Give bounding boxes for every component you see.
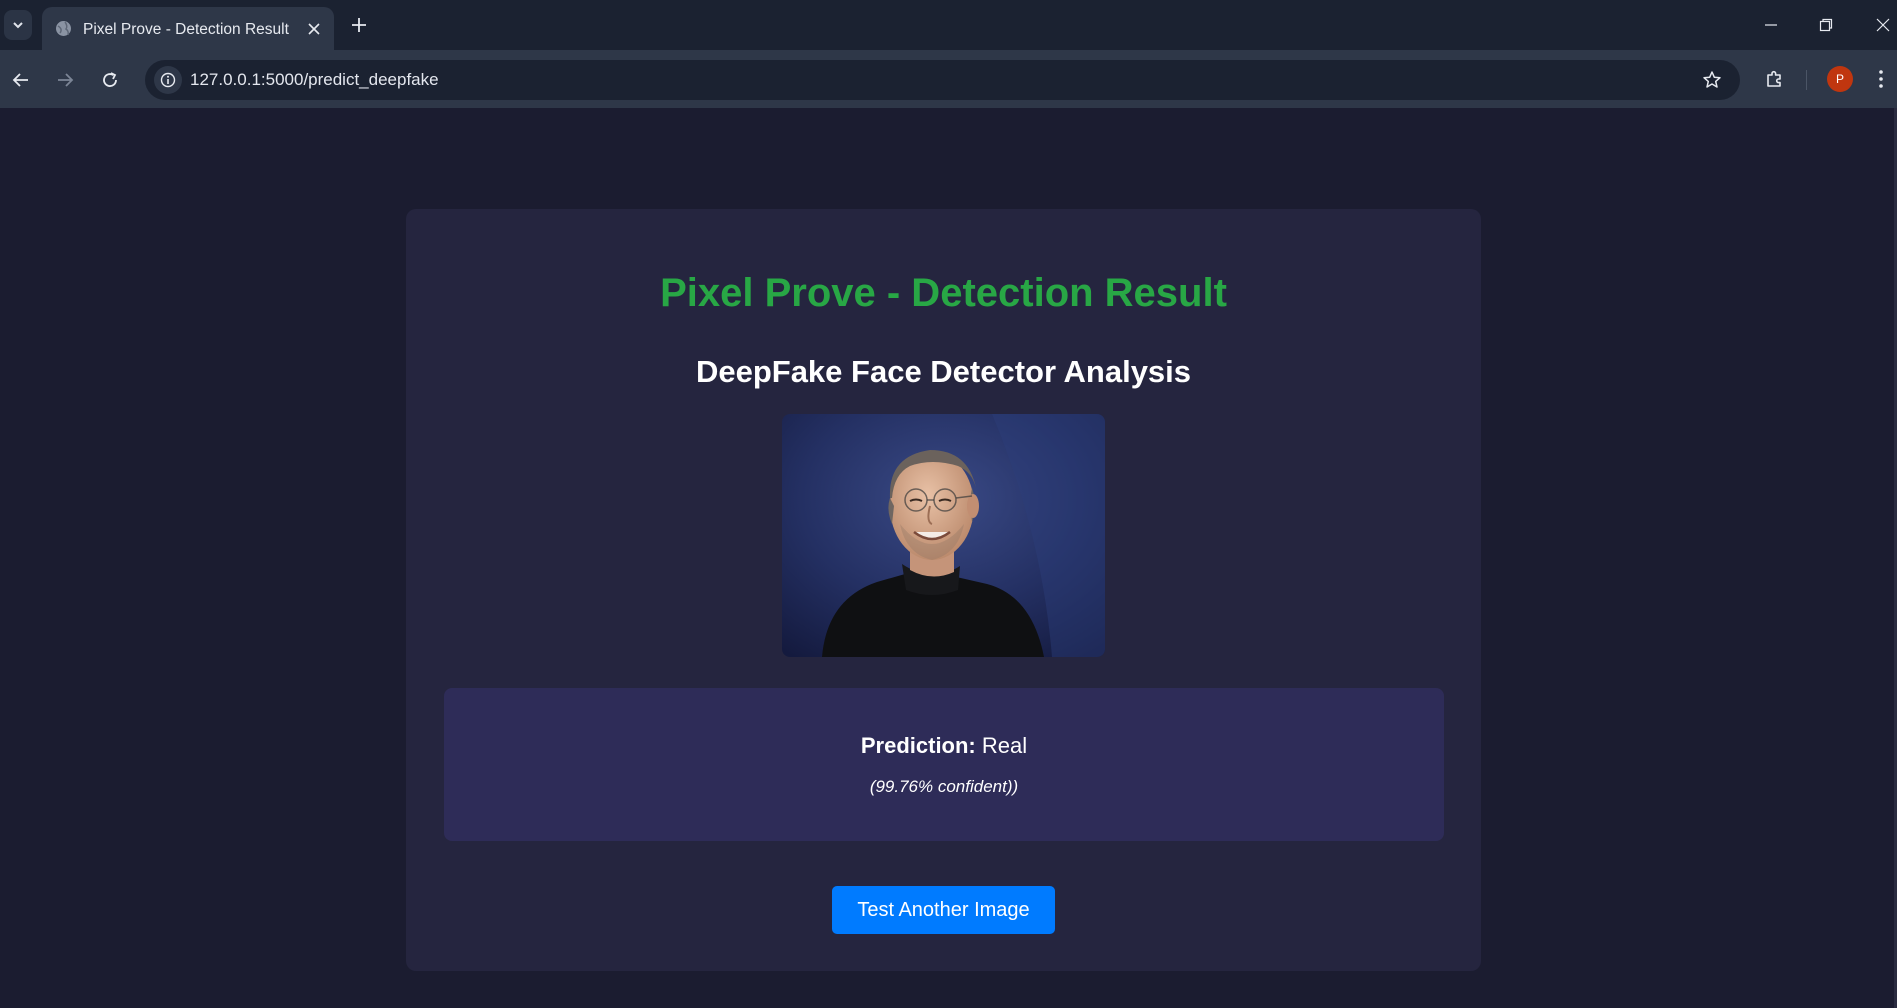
prediction-value: Real xyxy=(981,733,1028,758)
prediction-label: Prediction: xyxy=(860,733,976,758)
toolbar-divider xyxy=(1806,70,1807,90)
url-text[interactable]: 127.0.0.1:5000/predict_deepfake xyxy=(190,70,439,90)
tab-search-button[interactable] xyxy=(4,10,32,40)
back-button[interactable] xyxy=(8,67,34,93)
restore-icon xyxy=(1819,18,1833,32)
prediction-line: Prediction: Real xyxy=(444,733,1444,759)
reload-icon xyxy=(103,72,117,87)
tab-strip: Pixel Prove - Detection Result xyxy=(0,0,1897,50)
close-window-button[interactable] xyxy=(1870,12,1896,38)
analyzed-face-image xyxy=(782,414,1105,657)
minimize-button[interactable] xyxy=(1758,12,1784,38)
page-subtitle: DeepFake Face Detector Analysis xyxy=(695,354,1192,389)
tab-title: Pixel Prove - Detection Result xyxy=(83,21,289,38)
result-card: Pixel Prove - Detection Result DeepFake … xyxy=(406,209,1481,971)
chevron-down-icon xyxy=(13,22,23,29)
page-title: Pixel Prove - Detection Result xyxy=(660,271,1227,315)
close-icon xyxy=(1876,18,1890,32)
address-bar[interactable]: 127.0.0.1:5000/predict_deepfake xyxy=(145,60,1740,100)
extensions-button[interactable] xyxy=(1762,66,1788,92)
globe-icon xyxy=(56,21,71,36)
browser-toolbar: 127.0.0.1:5000/predict_deepfake P xyxy=(0,50,1897,108)
forward-button[interactable] xyxy=(52,67,78,93)
new-tab-button[interactable] xyxy=(347,13,371,37)
test-another-image-button[interactable]: Test Another Image xyxy=(832,886,1055,934)
arrow-right-icon xyxy=(58,73,74,87)
active-tab[interactable]: Pixel Prove - Detection Result xyxy=(42,7,334,50)
confidence-text: (99.76% confident)) xyxy=(869,777,1019,796)
arrow-left-icon xyxy=(12,73,28,87)
reload-button[interactable] xyxy=(97,67,123,93)
puzzle-icon xyxy=(1767,70,1781,87)
site-info-icon[interactable] xyxy=(154,66,182,94)
bookmark-star-icon[interactable] xyxy=(1700,68,1724,92)
restore-button[interactable] xyxy=(1813,12,1839,38)
minimize-icon xyxy=(1765,24,1777,26)
plus-icon xyxy=(352,18,366,32)
close-tab-icon[interactable] xyxy=(304,19,324,39)
prediction-panel: Prediction: Real (99.76% confident)) xyxy=(444,688,1444,841)
profile-avatar[interactable]: P xyxy=(1827,66,1853,92)
kebab-menu-icon[interactable] xyxy=(1874,66,1888,92)
